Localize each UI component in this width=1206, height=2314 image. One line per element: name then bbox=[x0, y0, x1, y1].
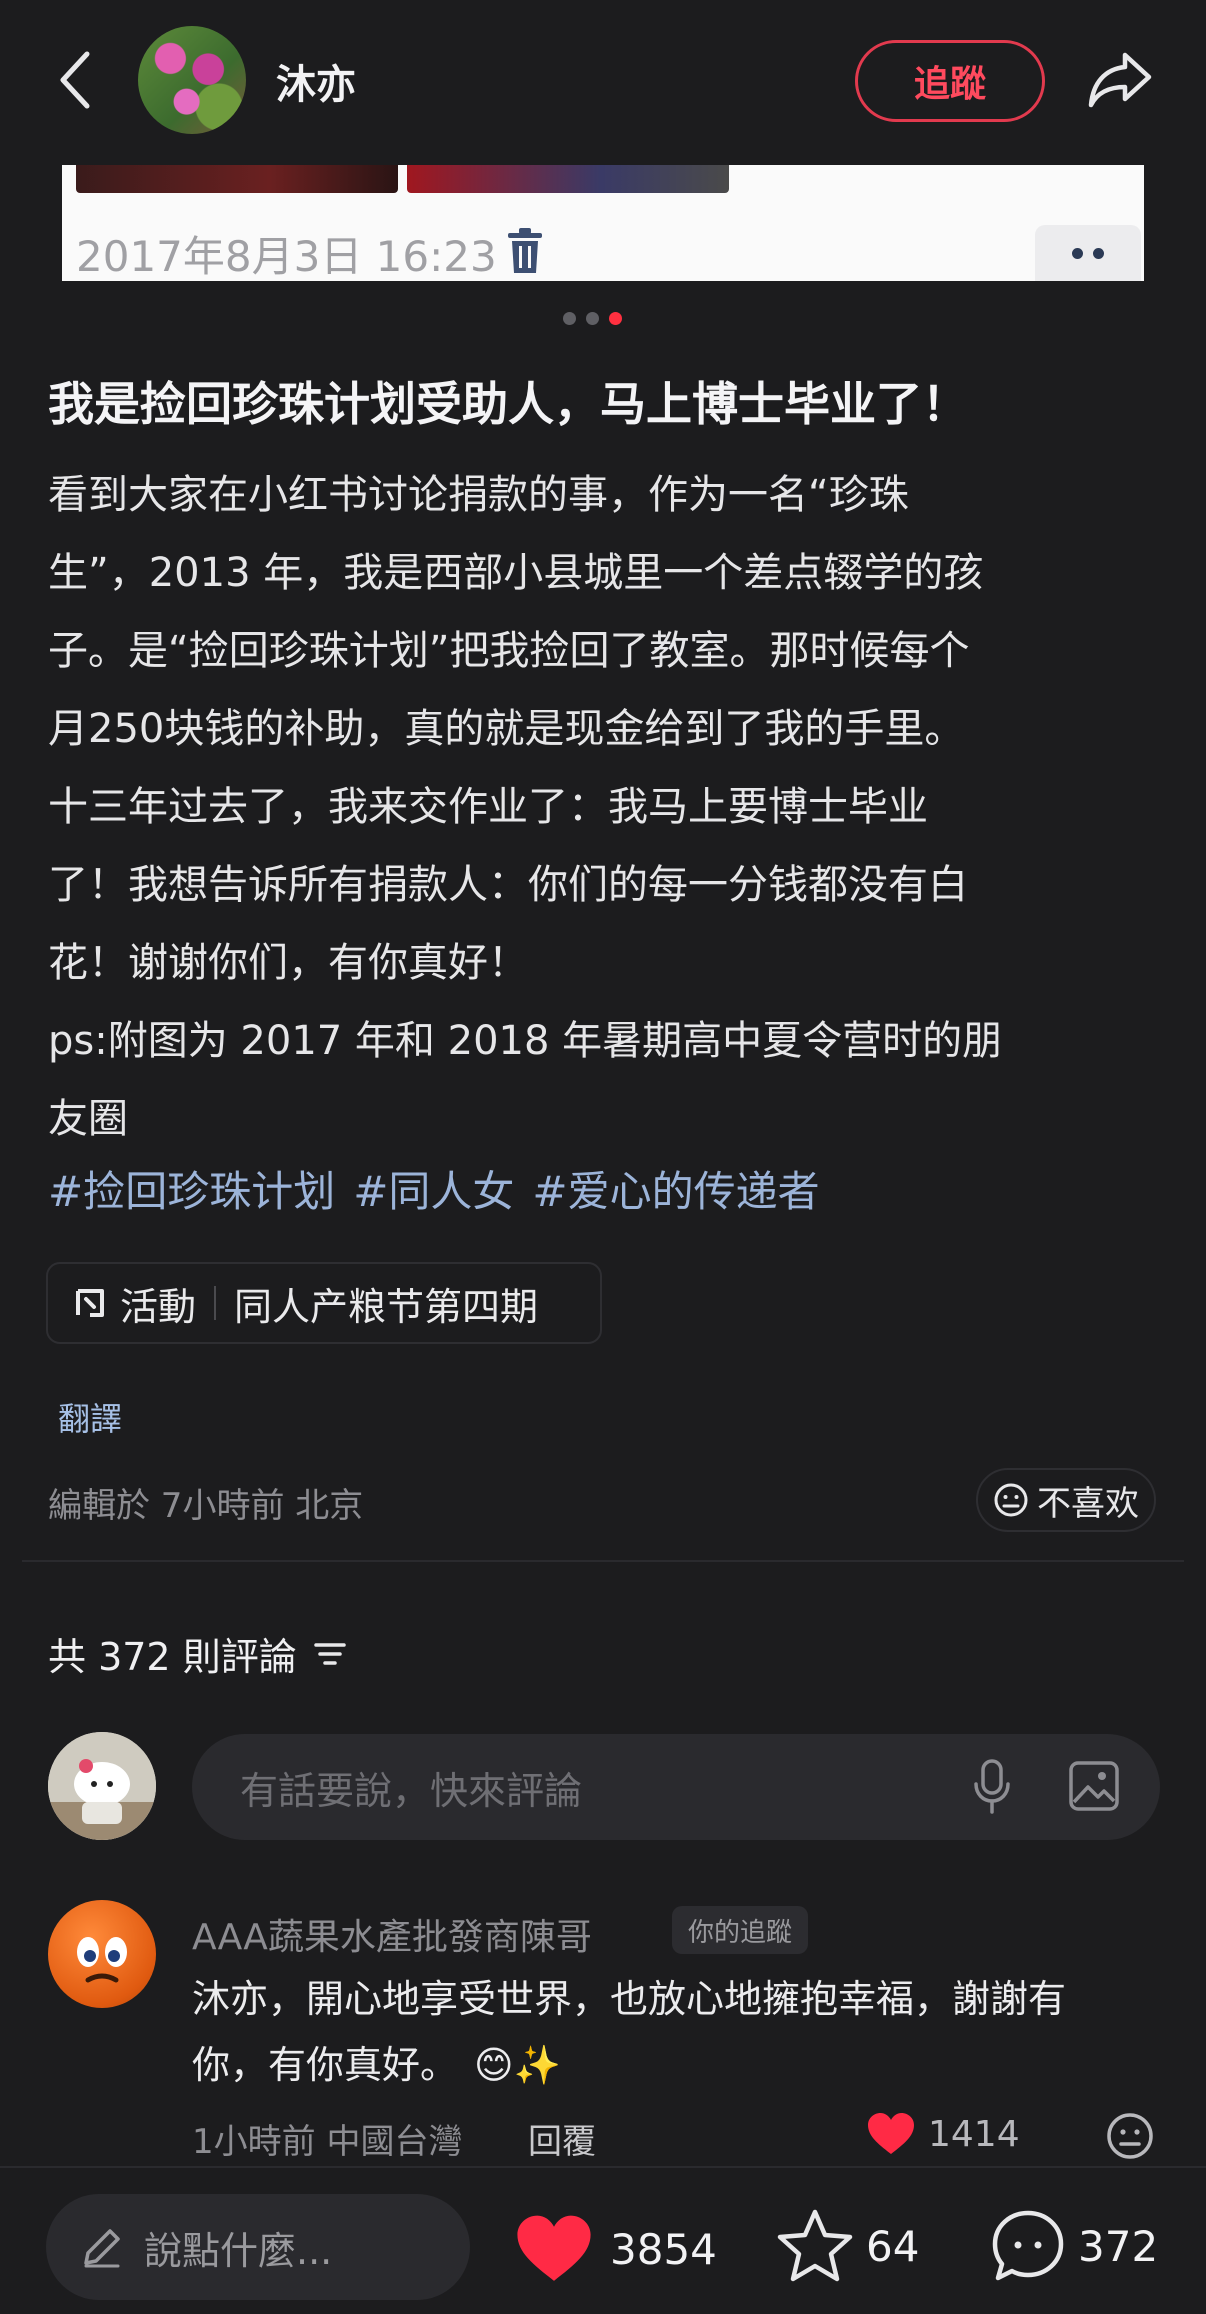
sort-icon[interactable] bbox=[313, 1640, 347, 1668]
avatar-image bbox=[48, 1732, 156, 1840]
comment-line: 沐亦，開心地享受世界，也放心地擁抱幸福，謝謝有 bbox=[192, 1977, 1067, 2021]
like-button[interactable]: 3854 bbox=[514, 2214, 717, 2284]
neutral-face-icon bbox=[994, 1483, 1028, 1517]
neutral-face-icon[interactable] bbox=[1106, 2112, 1154, 2160]
commenter-name[interactable]: AAA蔬果水產批發商陳哥 bbox=[192, 1908, 592, 1960]
comment-count-header: 共 372 則評論 bbox=[48, 1626, 347, 1681]
activity-name: 同人产粮节第四期 bbox=[234, 1284, 539, 1329]
page-dot bbox=[586, 312, 599, 325]
favorite-button[interactable]: 64 bbox=[776, 2208, 919, 2284]
author-name[interactable]: 沐亦 bbox=[276, 52, 356, 110]
comment-input[interactable]: 有話要說，快來評論 bbox=[192, 1734, 1160, 1840]
photo-thumbnail bbox=[407, 165, 729, 193]
comment-count: 共 372 則評論 bbox=[48, 1635, 297, 1679]
body-line: 生”，2013 年，我是西部小县城里一个差点辍学的孩 bbox=[48, 550, 984, 596]
post-image[interactable]: 2017年8月3日 16:23 bbox=[62, 165, 1144, 281]
following-badge: 你的追蹤 bbox=[672, 1906, 809, 1954]
divider bbox=[214, 1286, 217, 1320]
carousel-indicator bbox=[563, 312, 622, 325]
edit-meta: 編輯於 7小時前 北京 bbox=[48, 1486, 364, 1526]
comment-line: 你，有你真好。 😊✨ bbox=[192, 2032, 1172, 2098]
heart-icon bbox=[517, 2215, 591, 2281]
reply-button[interactable]: 回覆 bbox=[528, 2114, 596, 2163]
image-date-text: 2017年8月3日 16:23 bbox=[76, 232, 497, 281]
microphone-icon[interactable] bbox=[972, 1758, 1012, 1816]
share-button[interactable] bbox=[1080, 40, 1160, 120]
activity-label: 活動 bbox=[120, 1284, 197, 1329]
dislike-label: 不喜欢 bbox=[1037, 1483, 1139, 1524]
comment-bubble-icon bbox=[992, 2210, 1064, 2281]
like-count: 3854 bbox=[610, 2224, 717, 2274]
tag-link[interactable]: #捡回珍珠计划 bbox=[48, 1158, 335, 1219]
body-line: 看到大家在小红书讨论捐款的事，作为一名“珍珠 bbox=[48, 472, 909, 518]
comment-like-button[interactable]: 1414 bbox=[866, 2112, 1020, 2156]
body-line: 十三年过去了，我来交作业了：我马上要博士毕业 bbox=[48, 784, 928, 830]
translate-link[interactable]: 翻譯 bbox=[58, 1394, 122, 1440]
top-bar: 沐亦 追蹤 bbox=[0, 0, 1206, 160]
trash-icon bbox=[508, 228, 542, 273]
post-body: 看到大家在小红书讨论捐款的事，作为一名“珍珠 生”，2013 年，我是西部小县城… bbox=[48, 456, 1168, 1158]
more-icon bbox=[1035, 225, 1141, 281]
comments-button[interactable]: 372 bbox=[990, 2208, 1158, 2284]
chevron-left-icon bbox=[60, 51, 90, 109]
star-icon bbox=[777, 2209, 853, 2282]
body-line: 友圈 bbox=[48, 1096, 128, 1142]
activity-chip[interactable]: 活動 同人产粮节第四期 bbox=[46, 1262, 602, 1344]
tag-list: #捡回珍珠计划 #同人女 #爱心的传递者 bbox=[48, 1158, 820, 1219]
emoji: 😊✨ bbox=[474, 2043, 561, 2087]
share-icon bbox=[1088, 52, 1152, 108]
page-dot-active bbox=[609, 312, 622, 325]
follow-button[interactable]: 追蹤 bbox=[855, 40, 1045, 122]
avatar-image bbox=[77, 1937, 127, 1983]
say-placeholder: 說點什麼... bbox=[144, 2228, 333, 2273]
favorite-count: 64 bbox=[866, 2221, 920, 2271]
commenter-avatar[interactable] bbox=[48, 1900, 156, 2008]
body-line: 了！我想告诉所有捐款人：你们的每一分钱都没有白 bbox=[48, 862, 968, 908]
author-avatar[interactable] bbox=[138, 26, 246, 134]
my-avatar[interactable] bbox=[48, 1732, 156, 1840]
comment-meta: 1小時前 中國台灣 bbox=[192, 2122, 463, 2162]
post-title: 我是捡回珍珠计划受助人，马上博士毕业了！ bbox=[48, 377, 968, 431]
comment-count-bottom: 372 bbox=[1078, 2221, 1159, 2271]
tag-link[interactable]: #同人女 bbox=[353, 1158, 514, 1219]
body-line: 子。是“捡回珍珠计划”把我捡回了教室。那时候每个 bbox=[48, 628, 970, 674]
comment-text: 沐亦，開心地享受世界，也放心地擁抱幸福，謝謝有 你，有你真好。 😊✨ bbox=[192, 1966, 1172, 2098]
tag-link[interactable]: #爱心的传递者 bbox=[532, 1158, 819, 1219]
comment-like-count: 1414 bbox=[928, 2113, 1020, 2155]
photo-thumbnail bbox=[76, 165, 398, 193]
say-something-input[interactable]: 說點什麼... bbox=[46, 2194, 470, 2300]
image-icon[interactable] bbox=[1068, 1760, 1120, 1812]
body-line: 花！谢谢你们，有你真好！ bbox=[48, 940, 528, 986]
comment-line-text: 你，有你真好。 bbox=[192, 2043, 459, 2087]
activity-icon bbox=[76, 1289, 104, 1317]
heart-icon bbox=[868, 2113, 914, 2154]
dislike-button[interactable]: 不喜欢 bbox=[976, 1468, 1156, 1532]
page-dot bbox=[563, 312, 576, 325]
divider bbox=[22, 1560, 1184, 1562]
body-line: 月250块钱的补助，真的就是现金给到了我的手里。 bbox=[48, 706, 965, 752]
body-line: ps:附图为 2017 年和 2018 年暑期高中夏令营时的朋 bbox=[48, 1018, 1003, 1064]
back-button[interactable] bbox=[40, 40, 110, 120]
pencil-icon bbox=[84, 2229, 120, 2268]
